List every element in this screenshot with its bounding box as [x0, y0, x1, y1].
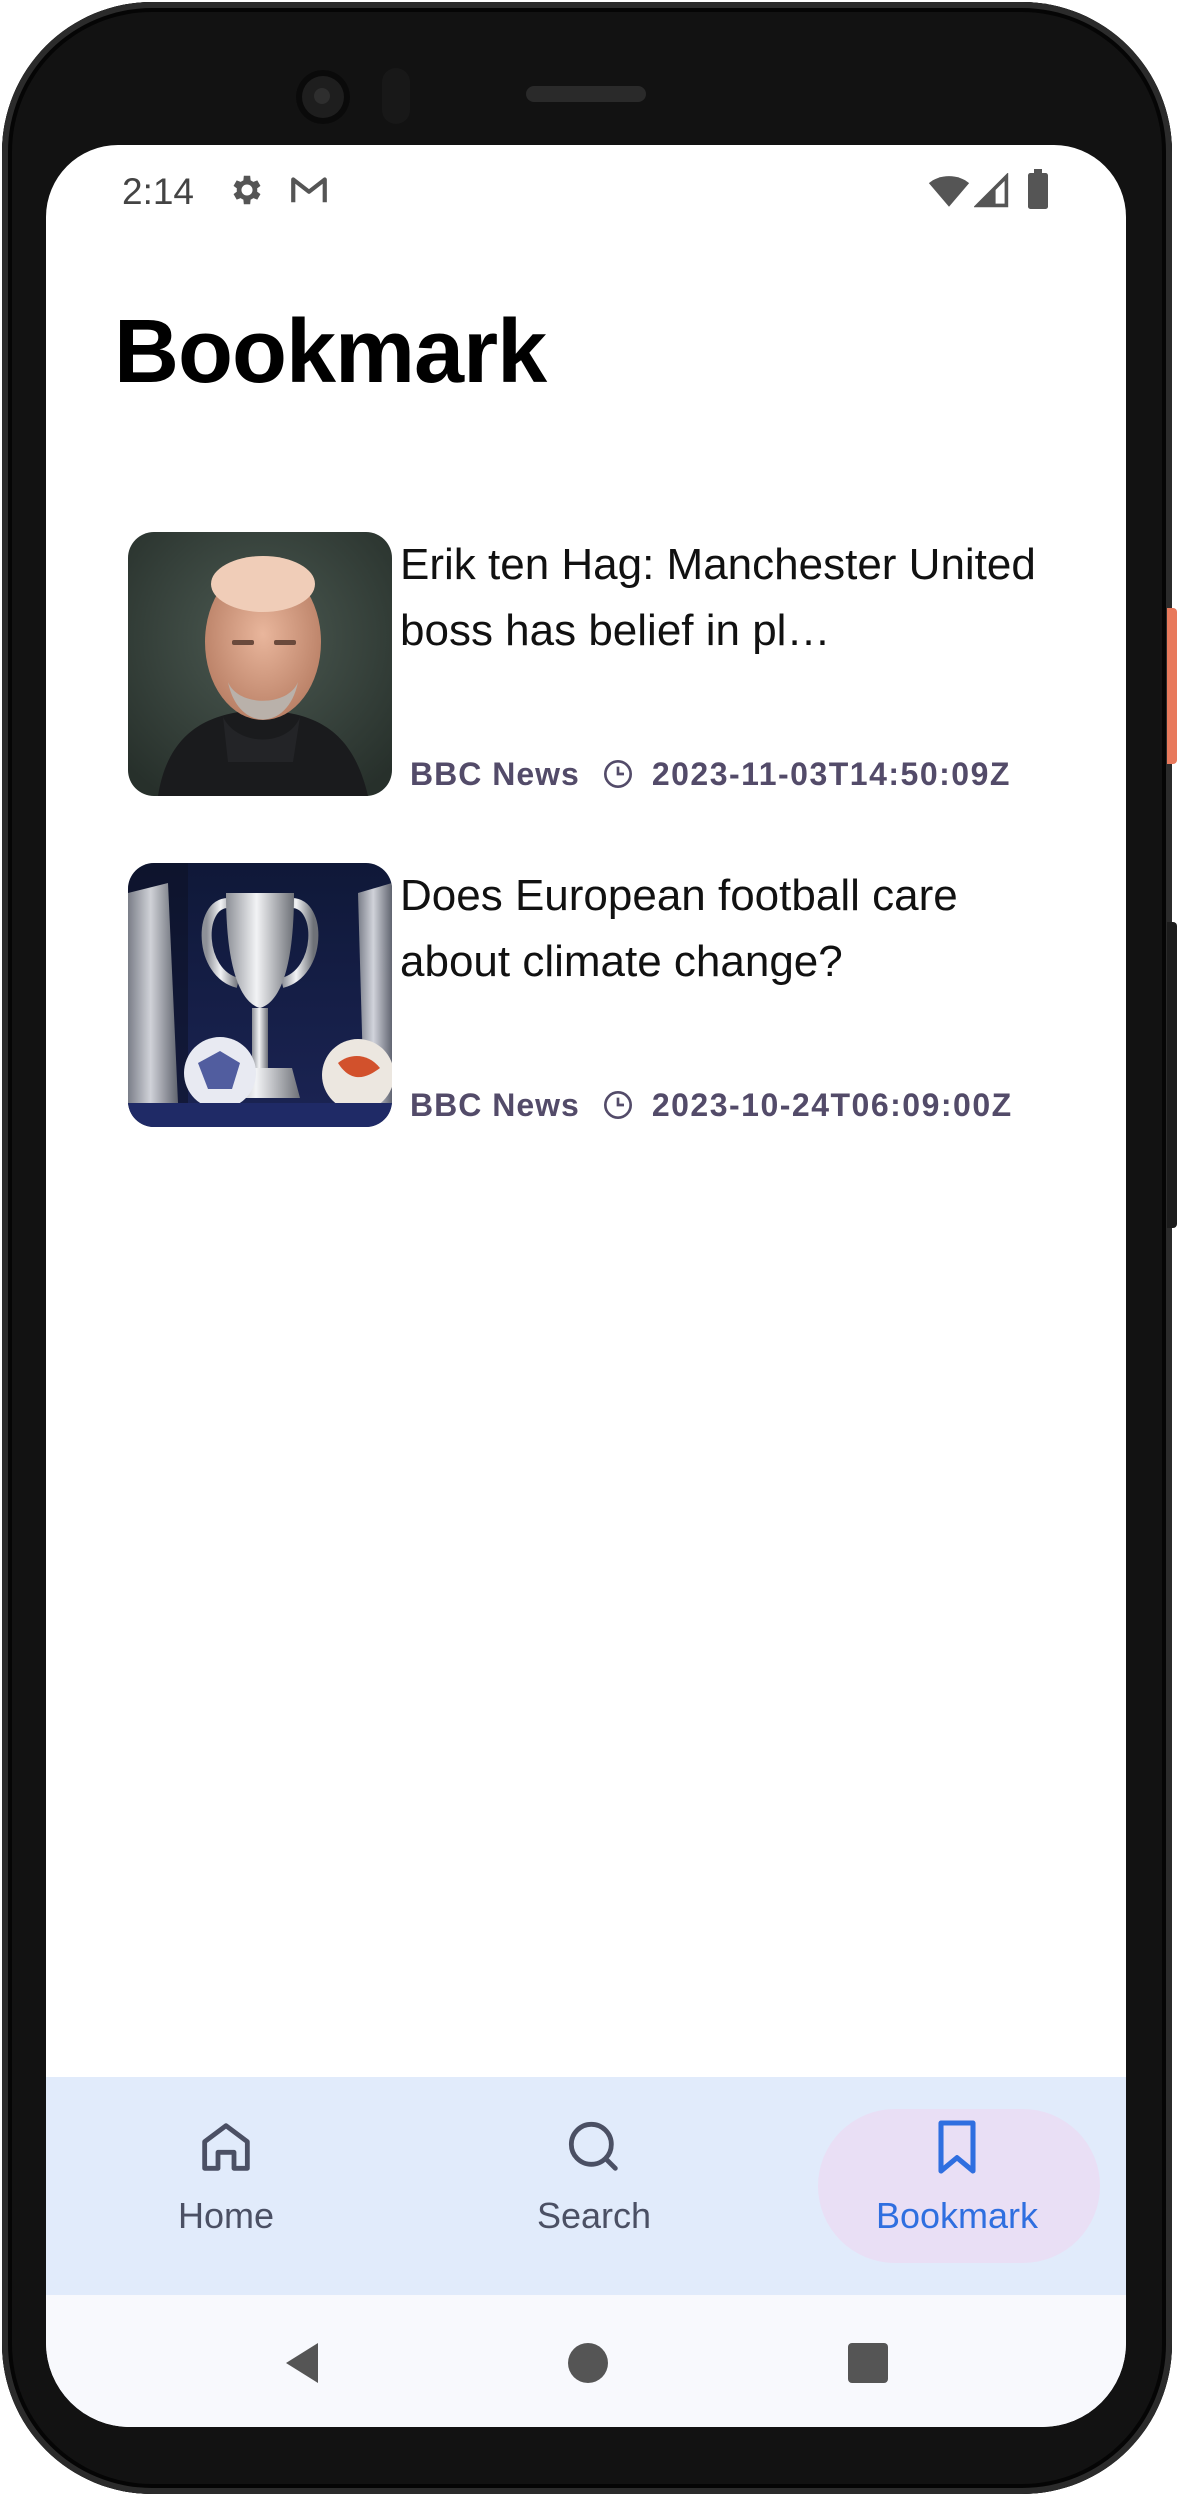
front-camera [296, 70, 350, 124]
home-circle-icon[interactable] [566, 2341, 610, 2385]
earpiece-speaker [526, 86, 646, 102]
article-title: Erik ten Hag: Manchester United boss has… [400, 540, 1036, 655]
article-date: 2023-10-24T06:09:00Z [651, 1086, 1013, 1123]
article-thumbnail [128, 532, 392, 796]
bookmark-icon [938, 2120, 976, 2174]
article-source: BBC News [410, 755, 580, 792]
power-button [1167, 608, 1177, 764]
volume-button [1167, 922, 1177, 1228]
clock-icon [603, 1091, 632, 1119]
status-time: 2:14 [122, 171, 195, 212]
bookmark-article-card[interactable]: Erik ten Hag: Manchester United boss has… [128, 532, 1058, 796]
clock-icon [603, 760, 632, 788]
nav-label-search: Search [536, 2195, 652, 2236]
nav-item-home[interactable]: Home [106, 2077, 346, 2295]
article-source: BBC News [410, 1086, 580, 1123]
article-title: Does European football care about climat… [400, 871, 958, 986]
proximity-sensor [382, 68, 410, 124]
system-navigation-bar [46, 2295, 1126, 2427]
article-thumbnail [128, 863, 392, 1127]
back-icon[interactable] [282, 2341, 322, 2385]
nav-label-home: Home [177, 2195, 275, 2236]
article-meta: BBC News 2023-10-24T06:09:00Z [410, 1085, 1013, 1125]
bottom-navigation-bar: Home Search Bookmark [46, 2077, 1126, 2295]
app-screen: 2:14 Bookmark Erik ten Hag: Manchester U… [46, 145, 1126, 2427]
gmail-icon [291, 177, 327, 203]
battery-icon [1028, 169, 1048, 209]
settings-gear-icon [233, 175, 261, 205]
home-icon [202, 2123, 250, 2171]
search-icon [568, 2121, 618, 2171]
nav-item-bookmark[interactable]: Bookmark [814, 2077, 1100, 2295]
wifi-icon [928, 176, 970, 207]
cell-signal-icon [974, 173, 1009, 208]
page-title: Bookmark [114, 302, 547, 402]
status-bar: 2:14 [46, 145, 1126, 235]
nav-item-search[interactable]: Search [474, 2077, 714, 2295]
recents-square-icon[interactable] [846, 2341, 890, 2385]
article-meta: BBC News 2023-11-03T14:50:09Z [410, 754, 1011, 794]
bookmark-article-card[interactable]: Does European football care about climat… [128, 863, 1058, 1127]
nav-label-bookmark: Bookmark [875, 2195, 1039, 2236]
article-date: 2023-11-03T14:50:09Z [651, 755, 1011, 792]
